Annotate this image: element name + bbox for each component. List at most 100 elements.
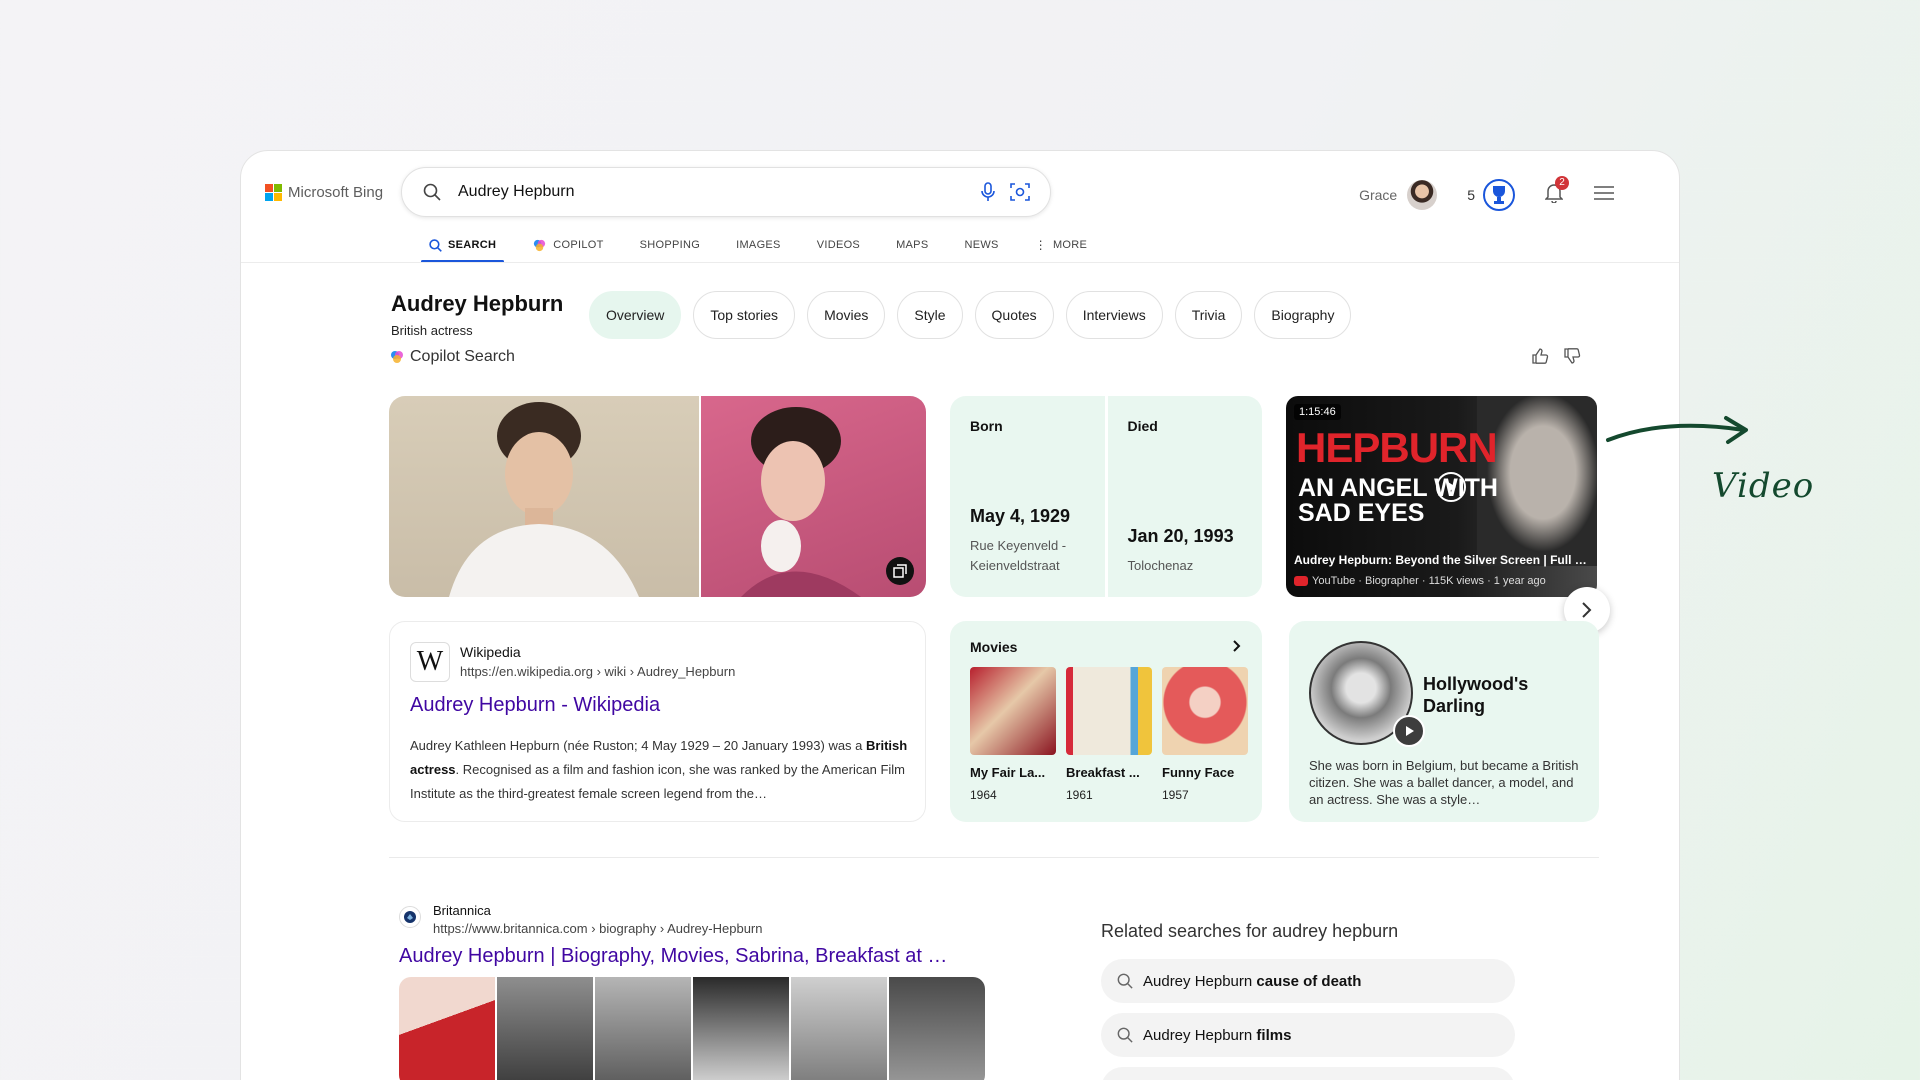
chip-overview[interactable]: Overview: [589, 291, 682, 339]
movie-poster: [970, 667, 1056, 755]
movie-item[interactable]: My Fair La... 1964: [970, 667, 1056, 802]
entity-chips: Overview Top stories Movies Style Quotes…: [589, 291, 1352, 339]
chip-movies[interactable]: Movies: [807, 291, 886, 339]
died-place: Tolochenaz: [1127, 558, 1194, 573]
movie-item[interactable]: Funny Face 1957: [1162, 667, 1248, 802]
result-image[interactable]: [889, 977, 985, 1080]
tab-copilot[interactable]: COPILOT: [514, 229, 621, 261]
play-icon[interactable]: [1393, 715, 1425, 747]
chip-quotes[interactable]: Quotes: [974, 291, 1054, 339]
entity-subtitle: British actress: [391, 323, 473, 338]
hollywood-title: Hollywood's Darling: [1423, 674, 1529, 716]
result-image[interactable]: [399, 977, 495, 1080]
life-facts-card[interactable]: Born May 4, 1929 Rue Keyenveld - Keienve…: [950, 396, 1262, 597]
search-icon: [418, 178, 446, 206]
rewards-points[interactable]: 5: [1467, 187, 1475, 203]
search-input[interactable]: [458, 183, 974, 201]
avatar[interactable]: [1407, 180, 1438, 210]
search-box[interactable]: [401, 167, 1051, 217]
movie-poster: [1066, 667, 1152, 755]
search-icon: [1117, 973, 1133, 989]
video-thumb-title: HEPBURN: [1296, 424, 1498, 471]
copilot-search-label: Copilot Search: [389, 348, 515, 366]
tab-videos[interactable]: VIDEOS: [799, 229, 878, 261]
related-search-item[interactable]: [1101, 1067, 1515, 1080]
related-search-item[interactable]: Audrey Hepburn cause of death: [1101, 959, 1515, 1003]
search-icon: [429, 238, 442, 252]
user-name[interactable]: Grace: [1359, 187, 1397, 203]
britannica-url: https://www.britannica.com › biography ›…: [433, 921, 763, 936]
movie-item[interactable]: Breakfast ... 1961: [1066, 667, 1152, 802]
britannica-title-link[interactable]: Audrey Hepburn | Biography, Movies, Sabr…: [399, 945, 959, 968]
born-fact[interactable]: Born May 4, 1929 Rue Keyenveld - Keienve…: [950, 396, 1105, 597]
video-thumb-subtitle: AN ANGEL WITH SAD EYES: [1298, 474, 1498, 527]
chip-style[interactable]: Style: [897, 291, 963, 339]
hollywood-darling-card[interactable]: Hollywood's Darling She was born in Belg…: [1289, 621, 1599, 822]
feedback-buttons: [1531, 347, 1581, 370]
wikipedia-card[interactable]: W Wikipedia https://en.wikipedia.org › w…: [389, 621, 926, 822]
youtube-icon: [1294, 576, 1308, 586]
movie-poster: [1162, 667, 1248, 755]
wiki-snippet: Audrey Kathleen Hepburn (née Ruston; 4 M…: [410, 738, 908, 801]
chevron-right-icon: [1582, 602, 1592, 618]
movies-header: Movies: [970, 639, 1018, 655]
bing-logo[interactable]: Microsoft Bing: [265, 184, 383, 201]
video-title[interactable]: Audrey Hepburn: Beyond the Silver Screen…: [1294, 553, 1589, 567]
portrait-image[interactable]: [389, 396, 699, 597]
tab-search[interactable]: SEARCH: [411, 229, 514, 263]
portrait-image[interactable]: [701, 396, 926, 597]
play-icon[interactable]: [1436, 472, 1466, 502]
chip-interviews[interactable]: Interviews: [1065, 291, 1163, 339]
expand-gallery-icon[interactable]: [886, 557, 914, 585]
tab-more[interactable]: ⋮ MORE: [1017, 229, 1106, 261]
born-place: Rue Keyenveld - Keienveldstraat: [970, 538, 1067, 573]
britannica-logo-icon: [399, 906, 421, 928]
image-gallery-card[interactable]: [389, 396, 926, 597]
chip-top-stories[interactable]: Top stories: [693, 291, 796, 339]
search-icon: [1117, 1027, 1133, 1043]
related-searches-title: Related searches for audrey hepburn: [1101, 921, 1399, 941]
wiki-title-link[interactable]: Audrey Hepburn - Wikipedia: [410, 694, 660, 717]
wikipedia-logo-icon: W: [410, 642, 450, 682]
annotation-label: Video: [1712, 466, 1815, 506]
microphone-icon[interactable]: [974, 178, 1002, 206]
chip-biography[interactable]: Biography: [1254, 291, 1352, 339]
menu-icon[interactable]: [1593, 185, 1615, 206]
video-card[interactable]: 1:15:46 HEPBURN AN ANGEL WITH SAD EYES A…: [1286, 396, 1597, 597]
wiki-site: Wikipedia: [460, 644, 521, 660]
entity-title: Audrey Hepburn: [391, 291, 564, 316]
more-vertical-icon: ⋮: [1034, 238, 1047, 252]
tab-shopping[interactable]: SHOPPING: [622, 229, 718, 261]
result-image[interactable]: [693, 977, 789, 1080]
chip-trivia[interactable]: Trivia: [1174, 291, 1243, 339]
britannica-image-strip[interactable]: [399, 977, 985, 1080]
died-date: Jan 20, 1993: [1127, 526, 1234, 546]
result-image[interactable]: [791, 977, 887, 1080]
thumbs-up-icon[interactable]: [1531, 347, 1549, 370]
microsoft-logo-icon: [265, 184, 282, 201]
tab-maps[interactable]: MAPS: [878, 229, 946, 261]
notifications-button[interactable]: 2: [1544, 175, 1569, 208]
copilot-icon: [534, 239, 546, 251]
chevron-right-icon[interactable]: [1232, 639, 1242, 653]
result-image[interactable]: [497, 977, 593, 1080]
logo-text: Microsoft Bing: [288, 184, 384, 201]
tab-news[interactable]: NEWS: [946, 229, 1016, 261]
britannica-site: Britannica: [433, 903, 491, 918]
notification-badge: 2: [1555, 175, 1569, 190]
result-image[interactable]: [595, 977, 691, 1080]
section-divider: [389, 857, 1599, 858]
tab-images[interactable]: IMAGES: [718, 229, 799, 261]
thumbs-down-icon[interactable]: [1563, 347, 1581, 370]
died-fact[interactable]: Died Jan 20, 1993 Tolochenaz: [1104, 396, 1263, 597]
browser-window: Microsoft Bing Grace 5 2 SEARCH: [240, 150, 1680, 1080]
video-meta: YouTube · Biographer · 115K views · 1 ye…: [1294, 575, 1546, 587]
visual-search-icon[interactable]: [1006, 178, 1034, 206]
born-date: May 4, 1929: [970, 506, 1071, 526]
rewards-icon[interactable]: [1483, 179, 1515, 211]
header-divider: [241, 262, 1679, 263]
wiki-url: https://en.wikipedia.org › wiki › Audrey…: [460, 664, 736, 679]
movies-card[interactable]: Movies My Fair La... 1964 Breakfast ... …: [950, 621, 1262, 822]
related-search-item[interactable]: Audrey Hepburn films: [1101, 1013, 1515, 1057]
search-nav: SEARCH COPILOT SHOPPING IMAGES VIDEOS MA…: [411, 229, 1106, 263]
